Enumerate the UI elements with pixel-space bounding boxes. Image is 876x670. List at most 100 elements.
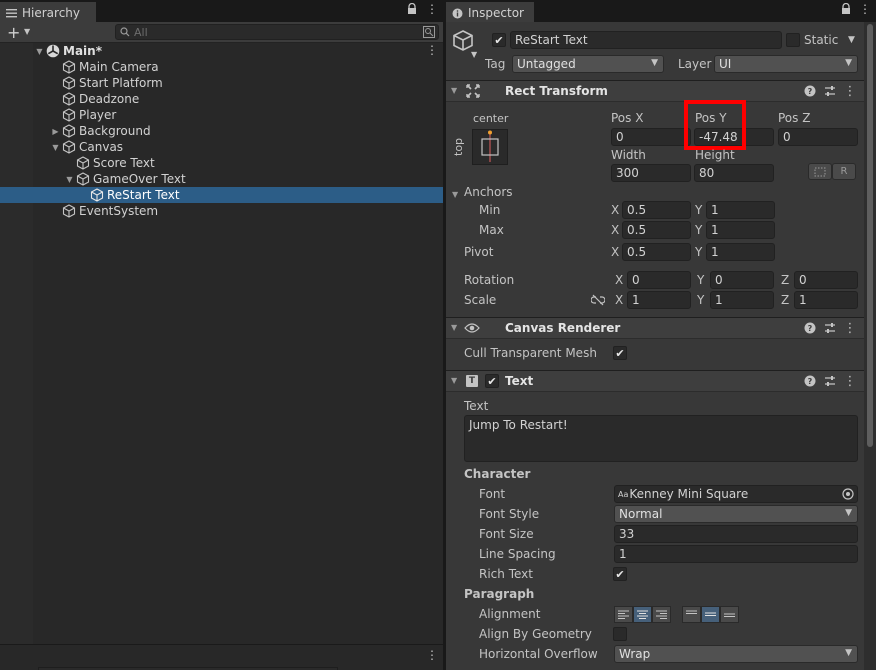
presets-icon[interactable] [823,84,837,98]
scale-y-axis-label: Y [697,293,705,307]
cull-transparent-mesh-label: Cull Transparent Mesh [464,346,597,360]
hierarchy-search-input[interactable]: All [115,24,439,40]
lock-icon[interactable] [407,3,417,15]
pivot-y-input[interactable]: 1 [706,243,775,261]
object-name-input[interactable]: ReStart Text [510,31,782,49]
help-icon[interactable]: ? [803,321,817,335]
component-menu-icon[interactable]: ⋮ [843,321,857,336]
raw-edit-button[interactable]: R [832,163,856,180]
anchor-presets-button[interactable] [472,129,508,165]
align-left-button[interactable] [614,606,633,623]
text-component-header[interactable]: ▼ T ✔ Text ? ⋮ [446,370,864,392]
line-spacing-input[interactable]: 1 [614,545,858,563]
height-input[interactable]: 80 [694,164,774,182]
layer-dropdown[interactable]: UI ▼ [714,55,858,73]
object-picker-icon[interactable] [842,488,854,500]
scale-y-input[interactable]: 1 [710,291,774,309]
text-content-area[interactable]: Jump To Restart! [464,415,858,462]
align-middle-button[interactable] [701,606,720,623]
scene-row-main[interactable]: ▼ Main* [0,43,443,59]
scene-search-icon[interactable] [423,26,435,38]
hierarchy-item-label: ReStart Text [107,188,180,202]
scrollbar-thumb[interactable] [867,24,873,447]
canvas-renderer-header[interactable]: ▼ Canvas Renderer ? ⋮ [446,317,864,339]
font-size-label: Font Size [479,527,534,541]
scale-z-input[interactable]: 1 [794,291,858,309]
rect-transform-header[interactable]: ▼ Rect Transform ? ⋮ [446,80,864,102]
presets-icon[interactable] [823,374,837,388]
kebab-menu-icon[interactable]: ⋮ [426,2,438,16]
pos-z-input[interactable]: 0 [778,128,858,146]
fold-arrow-icon[interactable]: ▼ [451,376,457,385]
font-size-input[interactable]: 33 [614,525,858,543]
line-spacing-label: Line Spacing [479,547,556,561]
pivot-x-input[interactable]: 0.5 [622,243,691,261]
static-dropdown-chevron[interactable]: ▼ [848,35,855,45]
inspector-lock-icon[interactable] [841,3,851,15]
blueprint-mode-button[interactable] [808,163,832,180]
active-checkbox[interactable]: ✔ [492,33,506,47]
static-checkbox[interactable] [786,33,800,47]
align-right-button[interactable] [652,606,671,623]
hierarchy-item-main-camera[interactable]: Main Camera [0,59,443,75]
anchor-preset-h-label: center [473,112,509,125]
expand-arrow-icon[interactable]: ▼ [64,171,75,187]
align-bottom-button[interactable] [720,606,739,623]
presets-icon[interactable] [823,321,837,335]
scale-label: Scale [464,293,497,307]
collapse-arrow-icon[interactable]: ▶ [50,123,61,139]
font-style-dropdown[interactable]: Normal ▼ [614,505,858,523]
scene-menu-icon[interactable]: ⋮ [426,43,438,57]
align-by-geometry-checkbox[interactable] [613,627,627,641]
hierarchy-item-player[interactable]: Player [0,107,443,123]
help-icon[interactable]: ? [803,84,817,98]
tab-inspector[interactable]: Inspector [446,2,534,22]
hierarchy-item-canvas[interactable]: ▼ Canvas [0,139,443,155]
inspector-scrollbar[interactable] [864,22,876,670]
tag-dropdown[interactable]: Untagged ▼ [512,55,664,73]
expand-arrow-icon[interactable]: ▼ [34,43,45,59]
hierarchy-item-eventsystem[interactable]: EventSystem [0,203,443,219]
fold-arrow-icon[interactable]: ▼ [451,86,457,95]
fold-arrow-icon[interactable]: ▼ [451,323,457,332]
component-menu-icon[interactable]: ⋮ [843,374,857,389]
anchor-min-y-input[interactable]: 1 [706,201,775,219]
rotation-z-input[interactable]: 0 [794,271,858,289]
help-icon[interactable]: ? [803,374,817,388]
cull-transparent-mesh-checkbox[interactable]: ✔ [613,346,627,360]
hierarchy-item-score-text[interactable]: Score Text [0,155,443,171]
expand-arrow-icon[interactable]: ▼ [50,139,61,155]
width-input[interactable]: 300 [611,164,691,182]
anchors-fold-icon[interactable]: ▼ [452,190,458,199]
hierarchy-item-deadzone[interactable]: Deadzone [0,91,443,107]
pivot-x-axis-label: X [611,245,620,259]
rot-x-axis-label: X [615,273,624,287]
gameobject-cube-icon [75,171,91,187]
horizontal-overflow-dropdown[interactable]: Wrap ▼ [614,645,858,663]
chevron-down-icon[interactable]: ▼ [24,27,30,36]
bottom-menu-icon[interactable]: ⋮ [426,648,438,662]
inspector-kebab-icon[interactable]: ⋮ [859,2,871,16]
rich-text-checkbox[interactable]: ✔ [613,567,627,581]
scale-x-input[interactable]: 1 [627,291,691,309]
rotation-y-input[interactable]: 0 [710,271,774,289]
align-center-button[interactable] [633,606,652,623]
hierarchy-item-background[interactable]: ▶ Background [0,123,443,139]
pos-z-label: Pos Z [778,111,811,125]
anchor-max-x-input[interactable]: 0.5 [622,221,691,239]
anchor-min-x-input[interactable]: 0.5 [622,201,691,219]
hierarchy-item-restart-text[interactable]: ReStart Text [0,187,443,203]
hierarchy-item-gameover-text[interactable]: ▼ GameOver Text [0,171,443,187]
align-top-button[interactable] [682,606,701,623]
anchor-max-y-input[interactable]: 1 [706,221,775,239]
pos-x-input[interactable]: 0 [611,128,691,146]
tab-hierarchy[interactable]: Hierarchy [0,2,96,22]
font-object-field[interactable]: Aa Kenney Mini Square [614,485,858,503]
hierarchy-item-start-platform[interactable]: Start Platform [0,75,443,91]
text-enabled-checkbox[interactable]: ✔ [485,374,499,388]
constrain-proportions-icon[interactable] [591,294,605,306]
rotation-x-input[interactable]: 0 [627,271,691,289]
add-plus-icon[interactable]: + [7,23,20,42]
icon-dropdown-chevron[interactable]: ▼ [471,50,477,59]
component-menu-icon[interactable]: ⋮ [843,84,857,99]
